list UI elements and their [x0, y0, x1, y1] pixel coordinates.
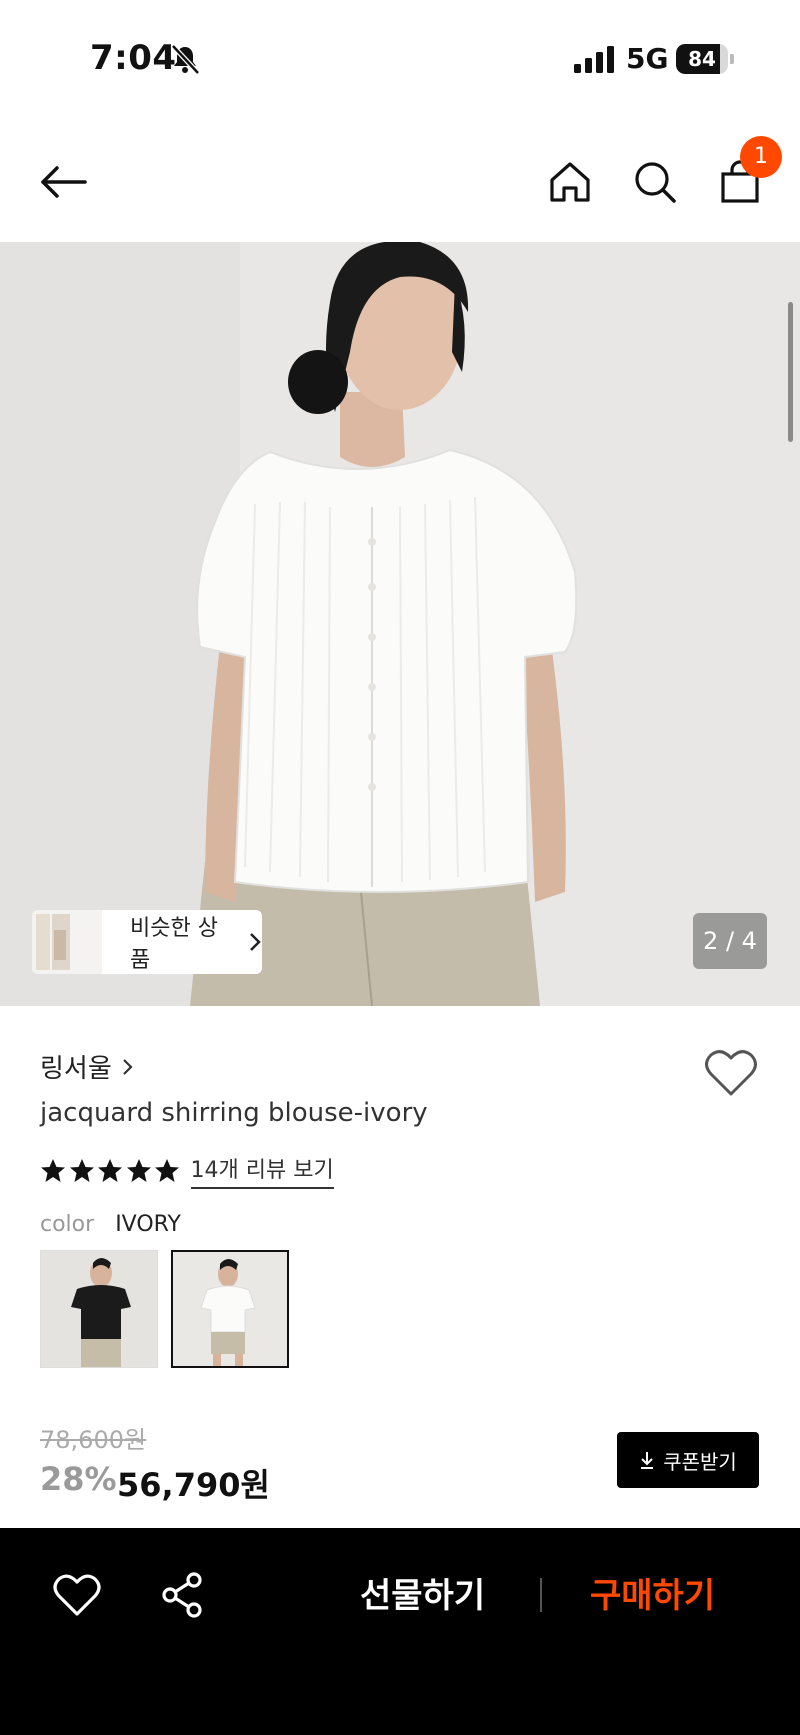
coupon-button[interactable]: 쿠폰받기: [617, 1432, 759, 1488]
color-value: IVORY: [115, 1212, 181, 1237]
chevron-right-icon: [250, 933, 261, 951]
star-icon: [69, 1158, 94, 1182]
search-icon: [635, 162, 676, 203]
status-bar: 7:04 5G 84: [0, 0, 800, 120]
battery-level: 84: [688, 47, 716, 71]
similar-products-button[interactable]: 비슷한 상품: [32, 910, 262, 974]
download-icon: [641, 1452, 654, 1469]
home-button[interactable]: [540, 152, 600, 212]
color-row: color IVORY: [40, 1212, 181, 1237]
original-price: 78,600원: [40, 1426, 147, 1454]
star-rating: [40, 1158, 183, 1184]
coupon-label: 쿠폰받기: [663, 1449, 737, 1474]
review-link[interactable]: 14개 리뷰 보기: [190, 1152, 334, 1189]
star-icon: [98, 1158, 122, 1182]
chevron-right-icon: [122, 1058, 133, 1075]
wishlist-heart-button[interactable]: [704, 1048, 758, 1098]
signal-icon: [574, 46, 614, 73]
product-title: jacquard shirring blouse-ivory: [40, 1098, 428, 1128]
model-photo: [0, 242, 800, 1006]
scroll-indicator: [788, 302, 793, 442]
product-image[interactable]: [0, 242, 800, 1006]
share-icon: [162, 1572, 202, 1618]
image-page-counter: 2 / 4: [693, 913, 767, 969]
star-icon: [155, 1158, 179, 1182]
brand-link[interactable]: 링서울: [40, 1048, 134, 1085]
back-button[interactable]: [34, 152, 94, 212]
color-swatch-ivory[interactable]: [171, 1250, 289, 1368]
buy-button[interactable]: 구매하기: [590, 1568, 715, 1617]
sale-price: 56,790원: [117, 1466, 270, 1504]
heart-outline-icon: [53, 1574, 101, 1616]
divider: [540, 1578, 542, 1612]
bell-off-icon: [171, 44, 200, 75]
color-label: color: [40, 1212, 95, 1237]
brand-name: 링서울: [40, 1054, 112, 1084]
similar-thumbnails: [32, 910, 102, 974]
heart-outline-icon: [705, 1050, 757, 1096]
back-arrow-icon: [41, 166, 87, 198]
rating-row: 14개 리뷰 보기: [40, 1152, 334, 1189]
star-icon: [41, 1158, 65, 1182]
status-time: 7:04: [90, 38, 177, 78]
cart-count-badge: 1: [740, 136, 782, 178]
top-nav: 1: [0, 120, 800, 242]
battery-indicator: 84: [676, 44, 734, 74]
home-icon: [550, 162, 590, 202]
star-icon: [126, 1158, 151, 1182]
similar-products-label: 비슷한 상품: [130, 916, 218, 973]
bottom-action-bar: 선물하기 구매하기: [0, 1528, 800, 1735]
network-label: 5G: [626, 42, 669, 75]
search-button[interactable]: [625, 152, 685, 212]
discount-rate: 28%: [40, 1460, 117, 1498]
bottom-heart-button[interactable]: [52, 1572, 102, 1618]
gift-button[interactable]: 선물하기: [360, 1568, 485, 1617]
share-button[interactable]: [158, 1570, 208, 1620]
color-swatch-black[interactable]: [40, 1250, 158, 1368]
